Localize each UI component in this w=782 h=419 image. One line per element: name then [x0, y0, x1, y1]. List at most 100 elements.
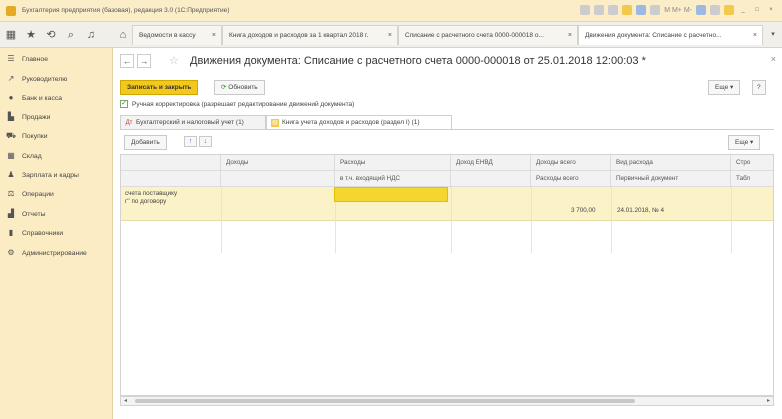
- window-icon[interactable]: [696, 5, 706, 15]
- table-row[interactable]: счета поставщику г'' по договору 3 700,0…: [121, 187, 773, 253]
- sidebar-item-director[interactable]: ↗ Руководителю: [0, 70, 113, 88]
- manual-edit-label: Ручная корректировка (разрешает редактир…: [132, 100, 355, 108]
- home-icon[interactable]: [594, 5, 605, 15]
- move-down-icon[interactable]: ↓: [199, 136, 212, 147]
- sidebar-item-main[interactable]: ☰ Главное: [0, 50, 113, 68]
- back-arrow-icon[interactable]: ←: [120, 54, 134, 68]
- tab-label: Бухгалтерский и налоговый учет (1): [136, 118, 244, 126]
- sidebar-item-reports[interactable]: ▟ Отчеты: [0, 205, 113, 223]
- close-tab-icon[interactable]: ×: [568, 26, 572, 45]
- tab-document-movements[interactable]: Движения документа: Списание с расчетно.…: [578, 25, 763, 45]
- favorites-star-icon[interactable]: ★: [24, 28, 38, 42]
- column-subheader-expenses-total[interactable]: Расходы всего: [531, 171, 611, 187]
- column-subheader-vat[interactable]: в т.ч. входящий НДС: [335, 171, 451, 187]
- more-button[interactable]: Еще ▾: [708, 80, 741, 95]
- sidebar-item-warehouse[interactable]: ▦ Склад: [0, 147, 113, 165]
- sidebar-item-bank[interactable]: ● Банк и касса: [0, 89, 113, 107]
- help-button[interactable]: ?: [752, 80, 766, 95]
- tabs-dropdown-icon[interactable]: ▾: [766, 28, 780, 42]
- more-label: Еще: [715, 84, 729, 91]
- column-divider: [731, 187, 732, 253]
- close-window-icon[interactable]: ×: [766, 5, 776, 15]
- title-bar: Бухгалтерия предприятия (базовая), редак…: [0, 0, 782, 22]
- memory-buttons[interactable]: M M+ M-: [664, 7, 692, 14]
- tab-accounting[interactable]: Дт Бухгалтерский и налоговый учет (1): [120, 115, 266, 129]
- sidebar-item-label: Банк и касса: [22, 94, 63, 102]
- chart-line-icon: ↗: [7, 74, 15, 83]
- column-header-expenses[interactable]: Расходы: [335, 155, 451, 171]
- column-header-expense-type[interactable]: Вид расхода: [611, 155, 731, 171]
- save-and-close-button[interactable]: Записать и закрыть: [120, 80, 199, 95]
- maximize-icon[interactable]: □: [752, 5, 762, 15]
- sidebar-item-label: Руководителю: [22, 75, 68, 83]
- column-header-income[interactable]: Доходы: [221, 155, 335, 171]
- document-tab-bar: ▦ ★ ⟲ ⌕ ♫ ⌂ Ведомости в кассу × Книга дох…: [0, 22, 782, 48]
- scroll-left-icon[interactable]: ◂: [124, 397, 127, 405]
- horizontal-scrollbar[interactable]: ◂ ▸: [120, 396, 774, 406]
- column-subheader-table[interactable]: Табл: [731, 171, 773, 187]
- bell-icon[interactable]: [622, 5, 633, 15]
- top-nav-icons: ▦ ★ ⟲ ⌕ ♫: [4, 28, 98, 42]
- sidebar-item-label: Продажи: [22, 113, 51, 121]
- row-description: счета поставщику: [125, 190, 178, 197]
- close-tab-icon[interactable]: ×: [388, 26, 392, 45]
- calendar-icon[interactable]: [636, 5, 647, 15]
- operations-icon: ⚖: [7, 189, 15, 198]
- sidebar-item-catalogs[interactable]: ▮ Справочники: [0, 224, 113, 242]
- apps-grid-icon[interactable]: ▦: [4, 28, 18, 42]
- tab-book-income[interactable]: Книга доходов и расходов за 1 квартал 20…: [222, 25, 398, 45]
- more-label: Еще: [735, 139, 749, 146]
- sidebar-item-admin[interactable]: ⚙ Администрирование: [0, 244, 113, 262]
- favorite-star-icon[interactable]: ☆: [169, 54, 179, 67]
- sidebar-item-salary[interactable]: ♟ Зарплата и кадры: [0, 166, 113, 184]
- tab-write-off[interactable]: Списание с расчетного счета 0000-000018 …: [398, 25, 578, 45]
- selected-cell-expenses[interactable]: [334, 187, 448, 202]
- column-subheader[interactable]: [121, 171, 221, 187]
- forward-arrow-icon[interactable]: →: [137, 54, 151, 68]
- info-icon[interactable]: [724, 5, 734, 15]
- minimize-icon[interactable]: _: [738, 5, 748, 15]
- grid-icon[interactable]: [580, 5, 591, 15]
- close-form-icon[interactable]: ×: [771, 54, 776, 64]
- column-subheader-primary-doc[interactable]: Первичный документ: [611, 171, 731, 187]
- expenses-total-cell[interactable]: 3 700,00: [571, 207, 596, 214]
- column-header[interactable]: [121, 155, 221, 171]
- move-up-icon[interactable]: ↑: [184, 136, 197, 147]
- sidebar-item-label: Склад: [22, 152, 42, 160]
- column-header-row[interactable]: Стро: [731, 155, 773, 171]
- monitor-icon[interactable]: [710, 5, 720, 15]
- table-more-button[interactable]: Еще ▾: [728, 135, 761, 150]
- copy-icon[interactable]: [608, 5, 619, 15]
- sidebar-item-operations[interactable]: ⚖ Операции: [0, 185, 113, 203]
- column-header-income-total[interactable]: Доходы всего: [531, 155, 611, 171]
- tab-vedomosti[interactable]: Ведомости в кассу ×: [132, 25, 222, 45]
- column-header-envd[interactable]: Доход ЕНВД: [451, 155, 531, 171]
- move-buttons: ↑ ↓: [184, 136, 212, 147]
- menu-icon: ☰: [7, 54, 15, 63]
- column-subheader[interactable]: [221, 171, 335, 187]
- scroll-thumb[interactable]: [135, 399, 635, 403]
- sidebar-item-purchases[interactable]: ⛟ Покупки: [0, 127, 113, 145]
- close-tab-icon[interactable]: ×: [753, 26, 757, 45]
- warehouse-icon: ▦: [7, 151, 15, 160]
- person-icon: ♟: [7, 170, 15, 179]
- column-divider: [221, 187, 222, 253]
- add-button[interactable]: Добавить: [124, 135, 167, 150]
- refresh-button[interactable]: ⟳ Обновить: [214, 80, 265, 95]
- sidebar-item-sales[interactable]: ▙ Продажи: [0, 108, 113, 126]
- history-icon[interactable]: ⟲: [44, 28, 58, 42]
- manual-edit-checkbox[interactable]: ✓: [120, 100, 128, 108]
- calculator-icon[interactable]: [650, 5, 661, 15]
- home-icon[interactable]: ⌂: [116, 28, 130, 42]
- primary-document-cell[interactable]: 24.01.2018, № 4: [617, 207, 664, 214]
- scroll-right-icon[interactable]: ▸: [767, 397, 770, 405]
- tab-income-book[interactable]: ▤ Книга учета доходов и расходов (раздел…: [266, 115, 452, 129]
- search-icon[interactable]: ⌕: [64, 28, 78, 42]
- close-tab-icon[interactable]: ×: [212, 26, 216, 45]
- column-subheader[interactable]: [451, 171, 531, 187]
- column-divider: [611, 187, 612, 253]
- sidebar-item-label: Покупки: [22, 132, 48, 140]
- app-title: Бухгалтерия предприятия (базовая), редак…: [22, 7, 230, 14]
- gear-icon: ⚙: [7, 248, 15, 257]
- bell-icon[interactable]: ♫: [84, 28, 98, 42]
